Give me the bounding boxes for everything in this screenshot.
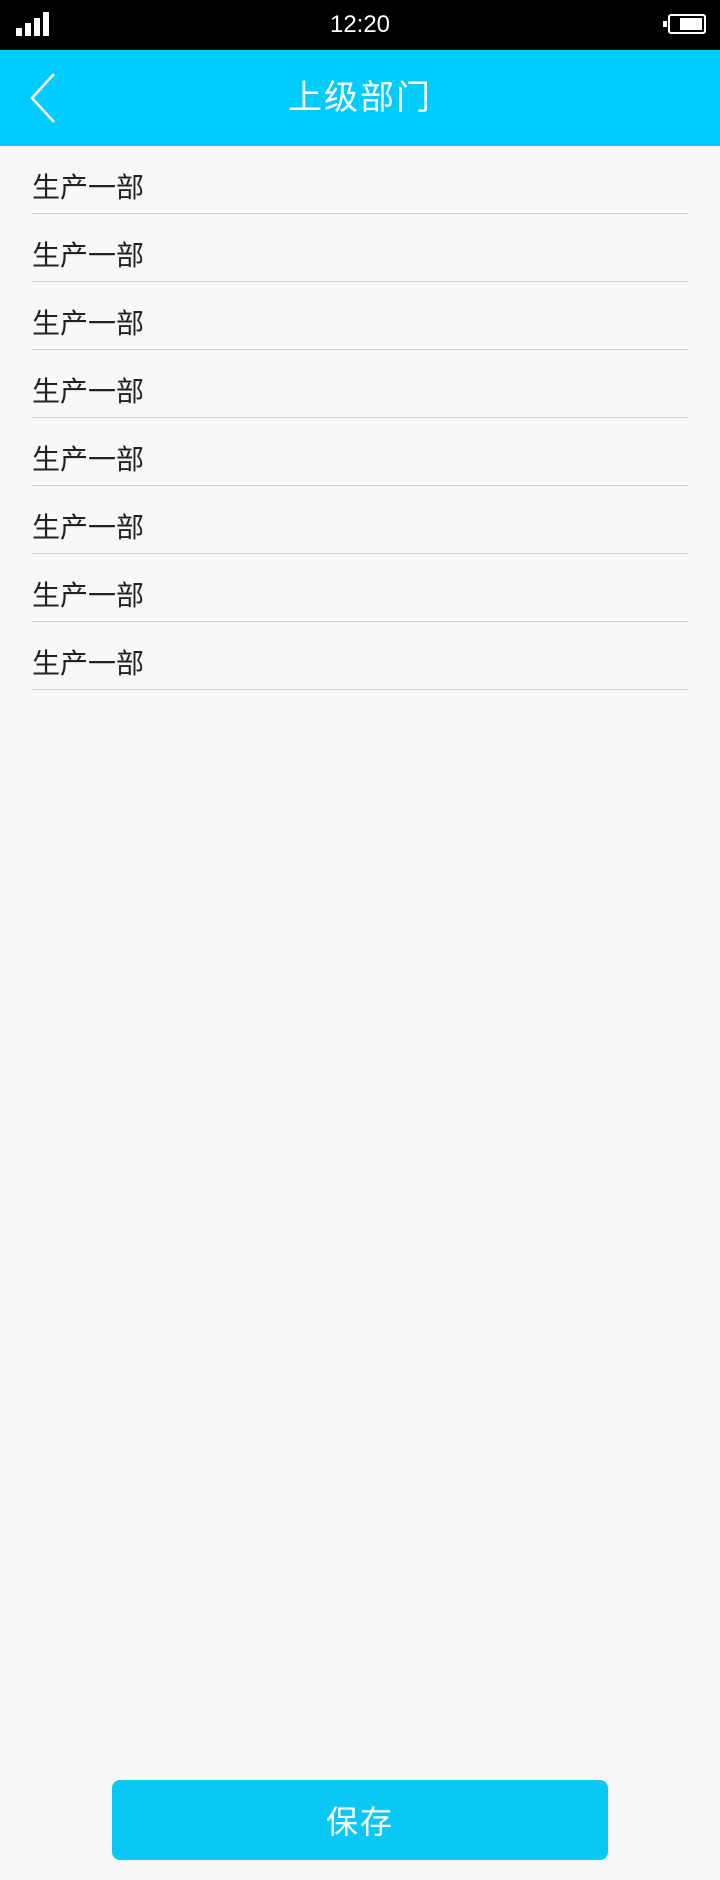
back-button[interactable] [20, 68, 80, 128]
save-button[interactable]: 保存 [112, 1780, 608, 1860]
page-title: 上级部门 [288, 78, 432, 118]
list-item[interactable]: 生产一部 [32, 282, 688, 350]
department-list: 生产一部 生产一部 生产一部 生产一部 生产一部 生产一部 生产一部 生产一部 [32, 146, 688, 690]
header-bar: 上级部门 [0, 50, 720, 146]
list-item[interactable]: 生产一部 [32, 214, 688, 282]
list-item[interactable]: 生产一部 [32, 146, 688, 214]
status-bar: 12:20 [0, 0, 720, 50]
list-item[interactable]: 生产一部 [32, 418, 688, 486]
chevron-left-icon [30, 73, 55, 123]
list-item[interactable]: 生产一部 [32, 622, 688, 690]
list-item[interactable]: 生产一部 [32, 554, 688, 622]
battery-icon [663, 14, 706, 34]
status-time: 12:20 [329, 11, 391, 38]
list-item[interactable]: 生产一部 [32, 486, 688, 554]
list-item[interactable]: 生产一部 [32, 350, 688, 418]
